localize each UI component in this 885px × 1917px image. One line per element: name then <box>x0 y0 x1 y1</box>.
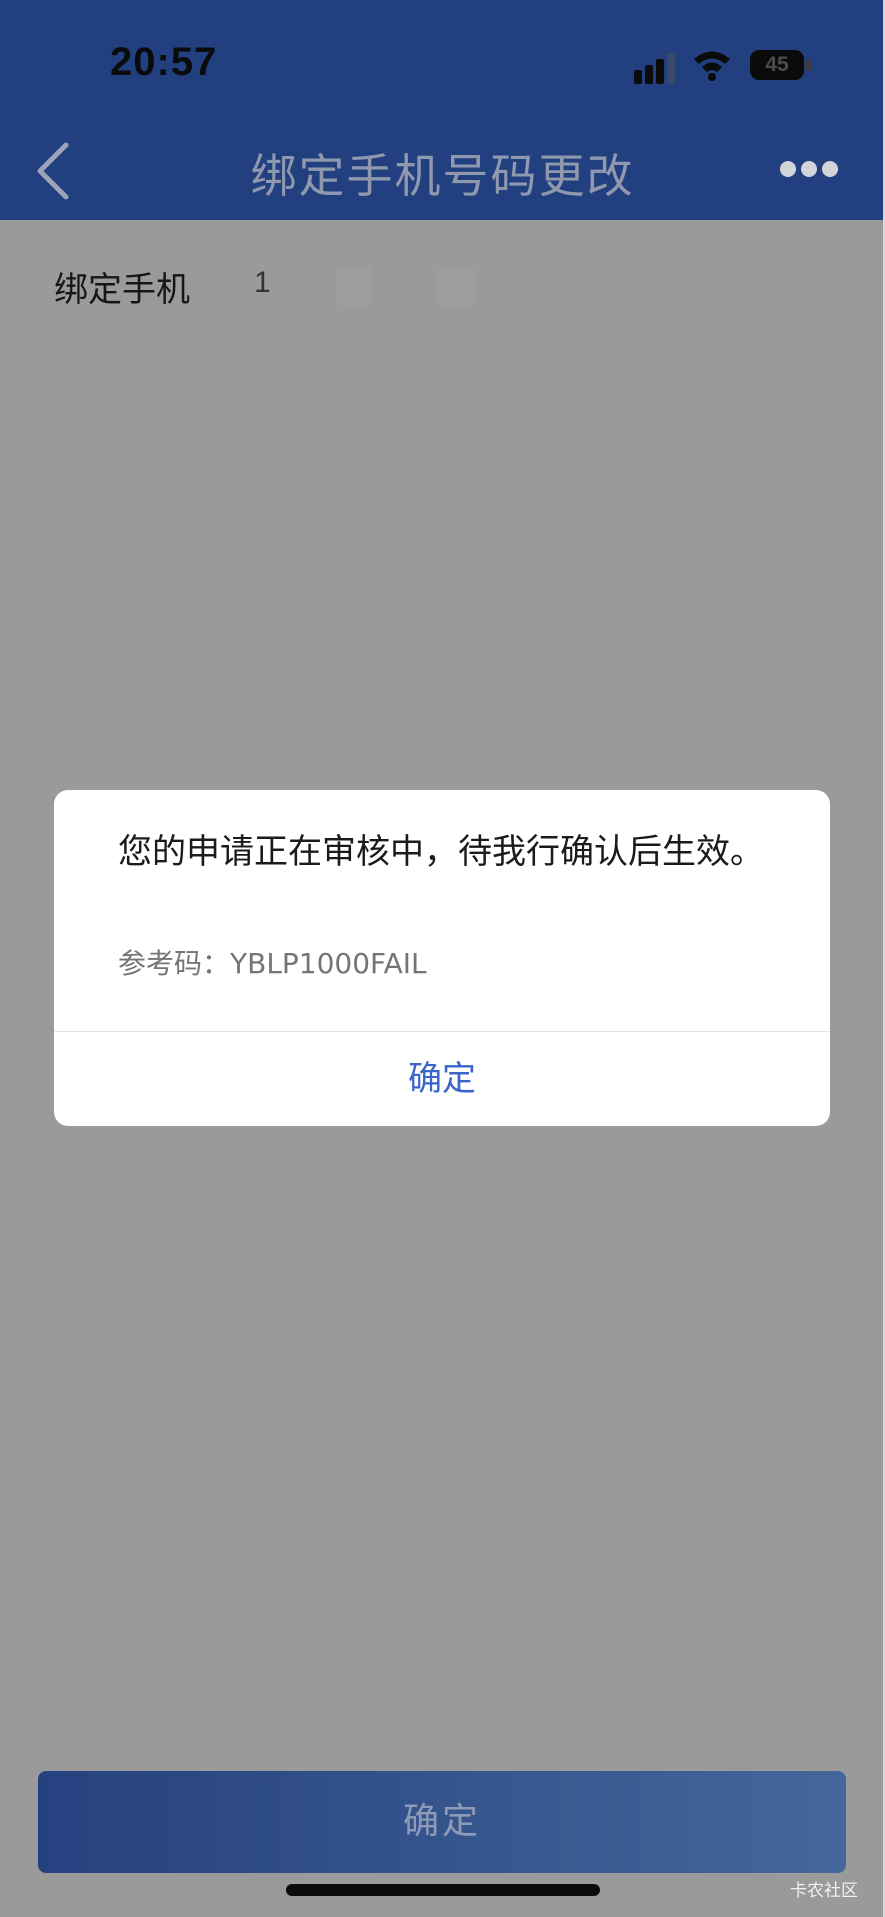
battery-icon: 45 <box>750 50 804 80</box>
watermark: 卡农社区 <box>790 1881 858 1901</box>
redacted-digit <box>438 266 474 306</box>
signal-icon <box>634 53 675 84</box>
page-title: 绑定手机号码更改 <box>250 149 635 203</box>
alert-dialog: 您的申请正在审核中，待我行确认后生效。 参考码：YBLP1000FAIL 确定 <box>54 790 830 1126</box>
dialog-confirm-button[interactable]: 确定 <box>54 1032 830 1126</box>
dialog-message: 您的申请正在审核中，待我行确认后生效。 <box>118 832 764 872</box>
battery-level: 45 <box>765 53 789 76</box>
bound-phone-label: 绑定手机 <box>54 270 190 310</box>
status-time: 20:57 <box>110 40 218 84</box>
dialog-reference-code: 参考码：YBLP1000FAIL <box>118 947 427 980</box>
bound-phone-value: 1 <box>254 266 271 299</box>
home-indicator <box>286 1884 600 1896</box>
more-options-icon[interactable] <box>778 158 840 180</box>
back-icon[interactable] <box>26 135 86 205</box>
wifi-icon <box>694 51 730 81</box>
redacted-digit <box>336 266 372 306</box>
confirm-button[interactable]: 确定 <box>38 1771 846 1873</box>
battery-nub <box>806 59 811 71</box>
